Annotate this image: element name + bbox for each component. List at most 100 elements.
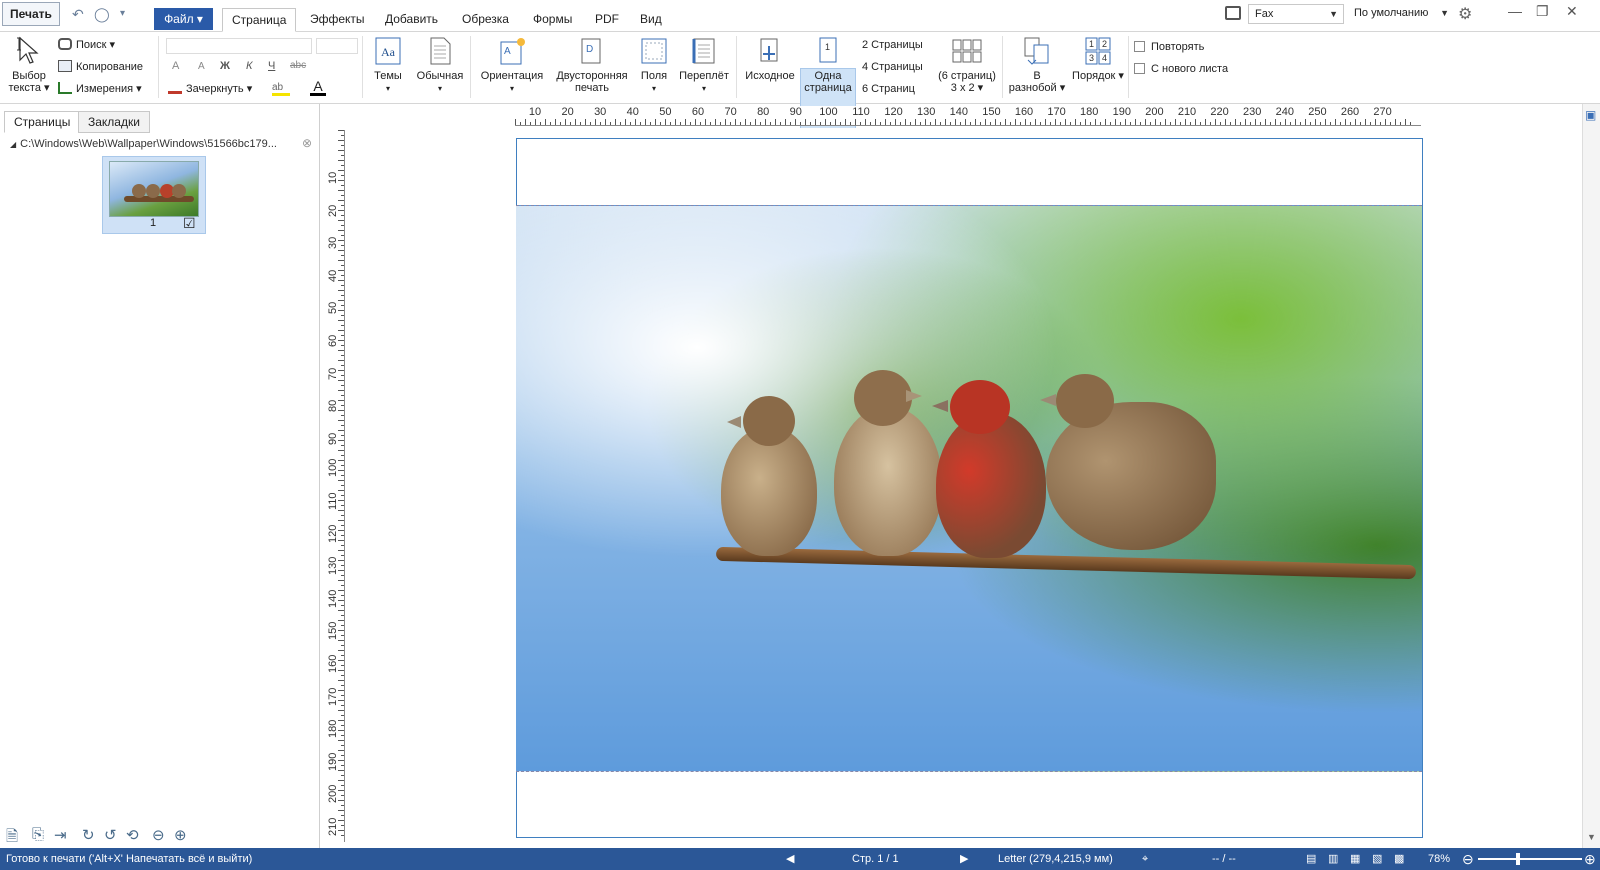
shrink-font-button[interactable]: A (198, 61, 205, 72)
tab-crop[interactable]: Обрезка (462, 8, 509, 32)
remove-file-icon[interactable]: ⊗ (302, 136, 312, 150)
font-size-input[interactable] (316, 38, 358, 54)
page-thumbnail[interactable]: 1 ☑ (102, 156, 206, 234)
view-list-icon[interactable]: ▦ (1350, 848, 1360, 870)
copy-button[interactable]: Копирование (58, 60, 143, 74)
file-path[interactable]: ◢ C:\Windows\Web\Wallpaper\Windows\51566b… (10, 138, 277, 150)
ruler-tick (795, 119, 796, 125)
grid-pages-button[interactable]: (6 страниц) 3 x 2 ▾ (932, 36, 1002, 94)
view-text-icon[interactable]: ▥ (1328, 848, 1338, 870)
ruler-tick (1335, 119, 1336, 125)
ruler-tick (338, 790, 344, 791)
zoom-out-icon[interactable]: ⊖ (1462, 848, 1474, 870)
grow-font-button[interactable]: A (172, 60, 179, 72)
tab-bookmarks[interactable]: Закладки (78, 111, 150, 133)
repeat-checkbox[interactable]: Повторять (1134, 40, 1204, 54)
next-page-icon[interactable]: ▶ (960, 848, 968, 870)
binding-button[interactable]: Переплёт ▾ (676, 36, 732, 95)
ruler-tick (895, 119, 896, 125)
ruler-tick (570, 122, 571, 125)
tab-add[interactable]: Добавить (385, 8, 438, 32)
zoom-slider-handle[interactable] (1516, 853, 1520, 865)
thumb-bird (132, 184, 146, 198)
panel-toggle-icon[interactable]: ▣ (1585, 108, 1596, 122)
gear-icon[interactable]: ⚙ (1458, 4, 1472, 24)
zoom-slider[interactable] (1478, 858, 1582, 860)
strikeout-button[interactable]: Зачеркнуть ▾ (168, 82, 252, 96)
one-page-button[interactable]: 1 Одна страница (802, 36, 854, 94)
close-icon[interactable]: ✕ (1566, 3, 1578, 19)
tab-pdf[interactable]: PDF (595, 8, 619, 32)
ruler-tick (338, 240, 344, 241)
font-name-input[interactable] (166, 38, 312, 54)
ruler-tick (338, 770, 344, 771)
file-menu-button[interactable]: Файл ▾ (154, 8, 213, 30)
six-pages-button[interactable]: 6 Страниц (862, 82, 915, 96)
ruler-v-label: 100 (327, 459, 339, 478)
ruler-h-label: 90 (789, 106, 802, 118)
rotate-left-icon[interactable]: ↺ (104, 826, 117, 844)
undo-icon[interactable]: ↶ (72, 6, 84, 22)
zoom-in-icon[interactable]: ⊕ (174, 826, 187, 844)
minimize-icon[interactable]: — (1508, 3, 1522, 19)
extract-page-icon[interactable]: ⇥ (54, 826, 67, 844)
ruler-tick (341, 325, 344, 326)
select-text-button[interactable]: Выбор текста ▾ (8, 36, 50, 94)
tab-shapes[interactable]: Формы (533, 8, 572, 32)
ruler-h-label: 270 (1373, 106, 1392, 118)
preset-select[interactable]: По умолчанию ▼ (1348, 4, 1454, 24)
spread-button[interactable]: В разнобой ▾ (1006, 36, 1068, 94)
printer-select[interactable]: Fax ▼ (1248, 4, 1344, 24)
tab-page[interactable]: Страница (222, 8, 297, 32)
two-pages-button[interactable]: 2 Страницы (862, 38, 923, 52)
quick-access-menu-icon[interactable]: ▾ (120, 6, 125, 22)
four-pages-button[interactable]: 4 Страницы (862, 60, 923, 74)
original-button[interactable]: Исходное (742, 36, 798, 82)
redo-icon[interactable]: ◯ (94, 6, 110, 22)
view-book-icon[interactable]: ▧ (1372, 848, 1382, 870)
collapse-icon[interactable]: ◢ (10, 140, 16, 149)
tab-pages[interactable]: Страницы (4, 111, 81, 133)
bold-button[interactable]: Ж (220, 60, 230, 72)
ruler-tick (950, 122, 951, 125)
tab-effects[interactable]: Эффекты (310, 8, 365, 32)
margins-button[interactable]: Поля ▾ (634, 36, 674, 95)
print-button[interactable]: Печать (2, 2, 60, 26)
rotate-right-icon[interactable]: ↻ (82, 826, 95, 844)
order-button[interactable]: 1234 Порядок ▾ (1070, 36, 1126, 82)
new-sheet-checkbox[interactable]: С нового листа (1134, 62, 1228, 76)
scroll-down-icon[interactable]: ▼ (1587, 832, 1596, 842)
page-image[interactable] (516, 205, 1422, 772)
copy-icon (58, 60, 72, 72)
orientation-button[interactable]: A Ориентация ▾ (478, 36, 546, 95)
paper-size: Letter (279,4,215,9 мм) (998, 853, 1113, 865)
rotate-all-icon[interactable]: ⟲ (126, 826, 139, 844)
ruler-tick (1205, 119, 1206, 125)
italic-button[interactable]: К (246, 60, 252, 72)
strikethrough-text-button[interactable]: abc (290, 60, 306, 71)
search-button[interactable]: Поиск ▾ (58, 38, 115, 52)
underline-button[interactable]: Ч (268, 60, 275, 72)
prev-page-icon[interactable]: ◀ (786, 848, 794, 870)
duplex-button[interactable]: D Двусторонняя печать (552, 36, 632, 94)
vertical-scrollbar[interactable]: ▣ ▼ (1582, 104, 1600, 848)
measure-button[interactable]: Измерения ▾ (58, 82, 142, 96)
view-grid-icon[interactable]: ▩ (1394, 848, 1404, 870)
view-single-icon[interactable]: ▤ (1306, 848, 1316, 870)
ruler-tick (1040, 122, 1041, 125)
ruler-tick (338, 350, 344, 351)
zoom-in-icon[interactable]: ⊕ (1584, 848, 1596, 870)
themes-button[interactable]: Aa Темы ▾ (370, 36, 406, 95)
ruler-tick (341, 415, 344, 416)
ruler-tick (610, 122, 611, 125)
normal-button[interactable]: Обычная ▾ (412, 36, 468, 95)
restore-icon[interactable]: ❐ (1536, 3, 1549, 19)
thumbnail-checkbox[interactable]: ☑ (183, 215, 196, 232)
tab-view[interactable]: Вид (640, 8, 662, 32)
thumb-bird (146, 184, 160, 198)
select-text-label-2: текста ▾ (8, 82, 50, 94)
font-color-icon[interactable]: A (310, 78, 326, 96)
insert-page-icon[interactable]: ⎘ (32, 826, 44, 843)
highlight-icon[interactable]: ab (272, 82, 290, 96)
zoom-out-icon[interactable]: ⊖ (152, 826, 165, 844)
